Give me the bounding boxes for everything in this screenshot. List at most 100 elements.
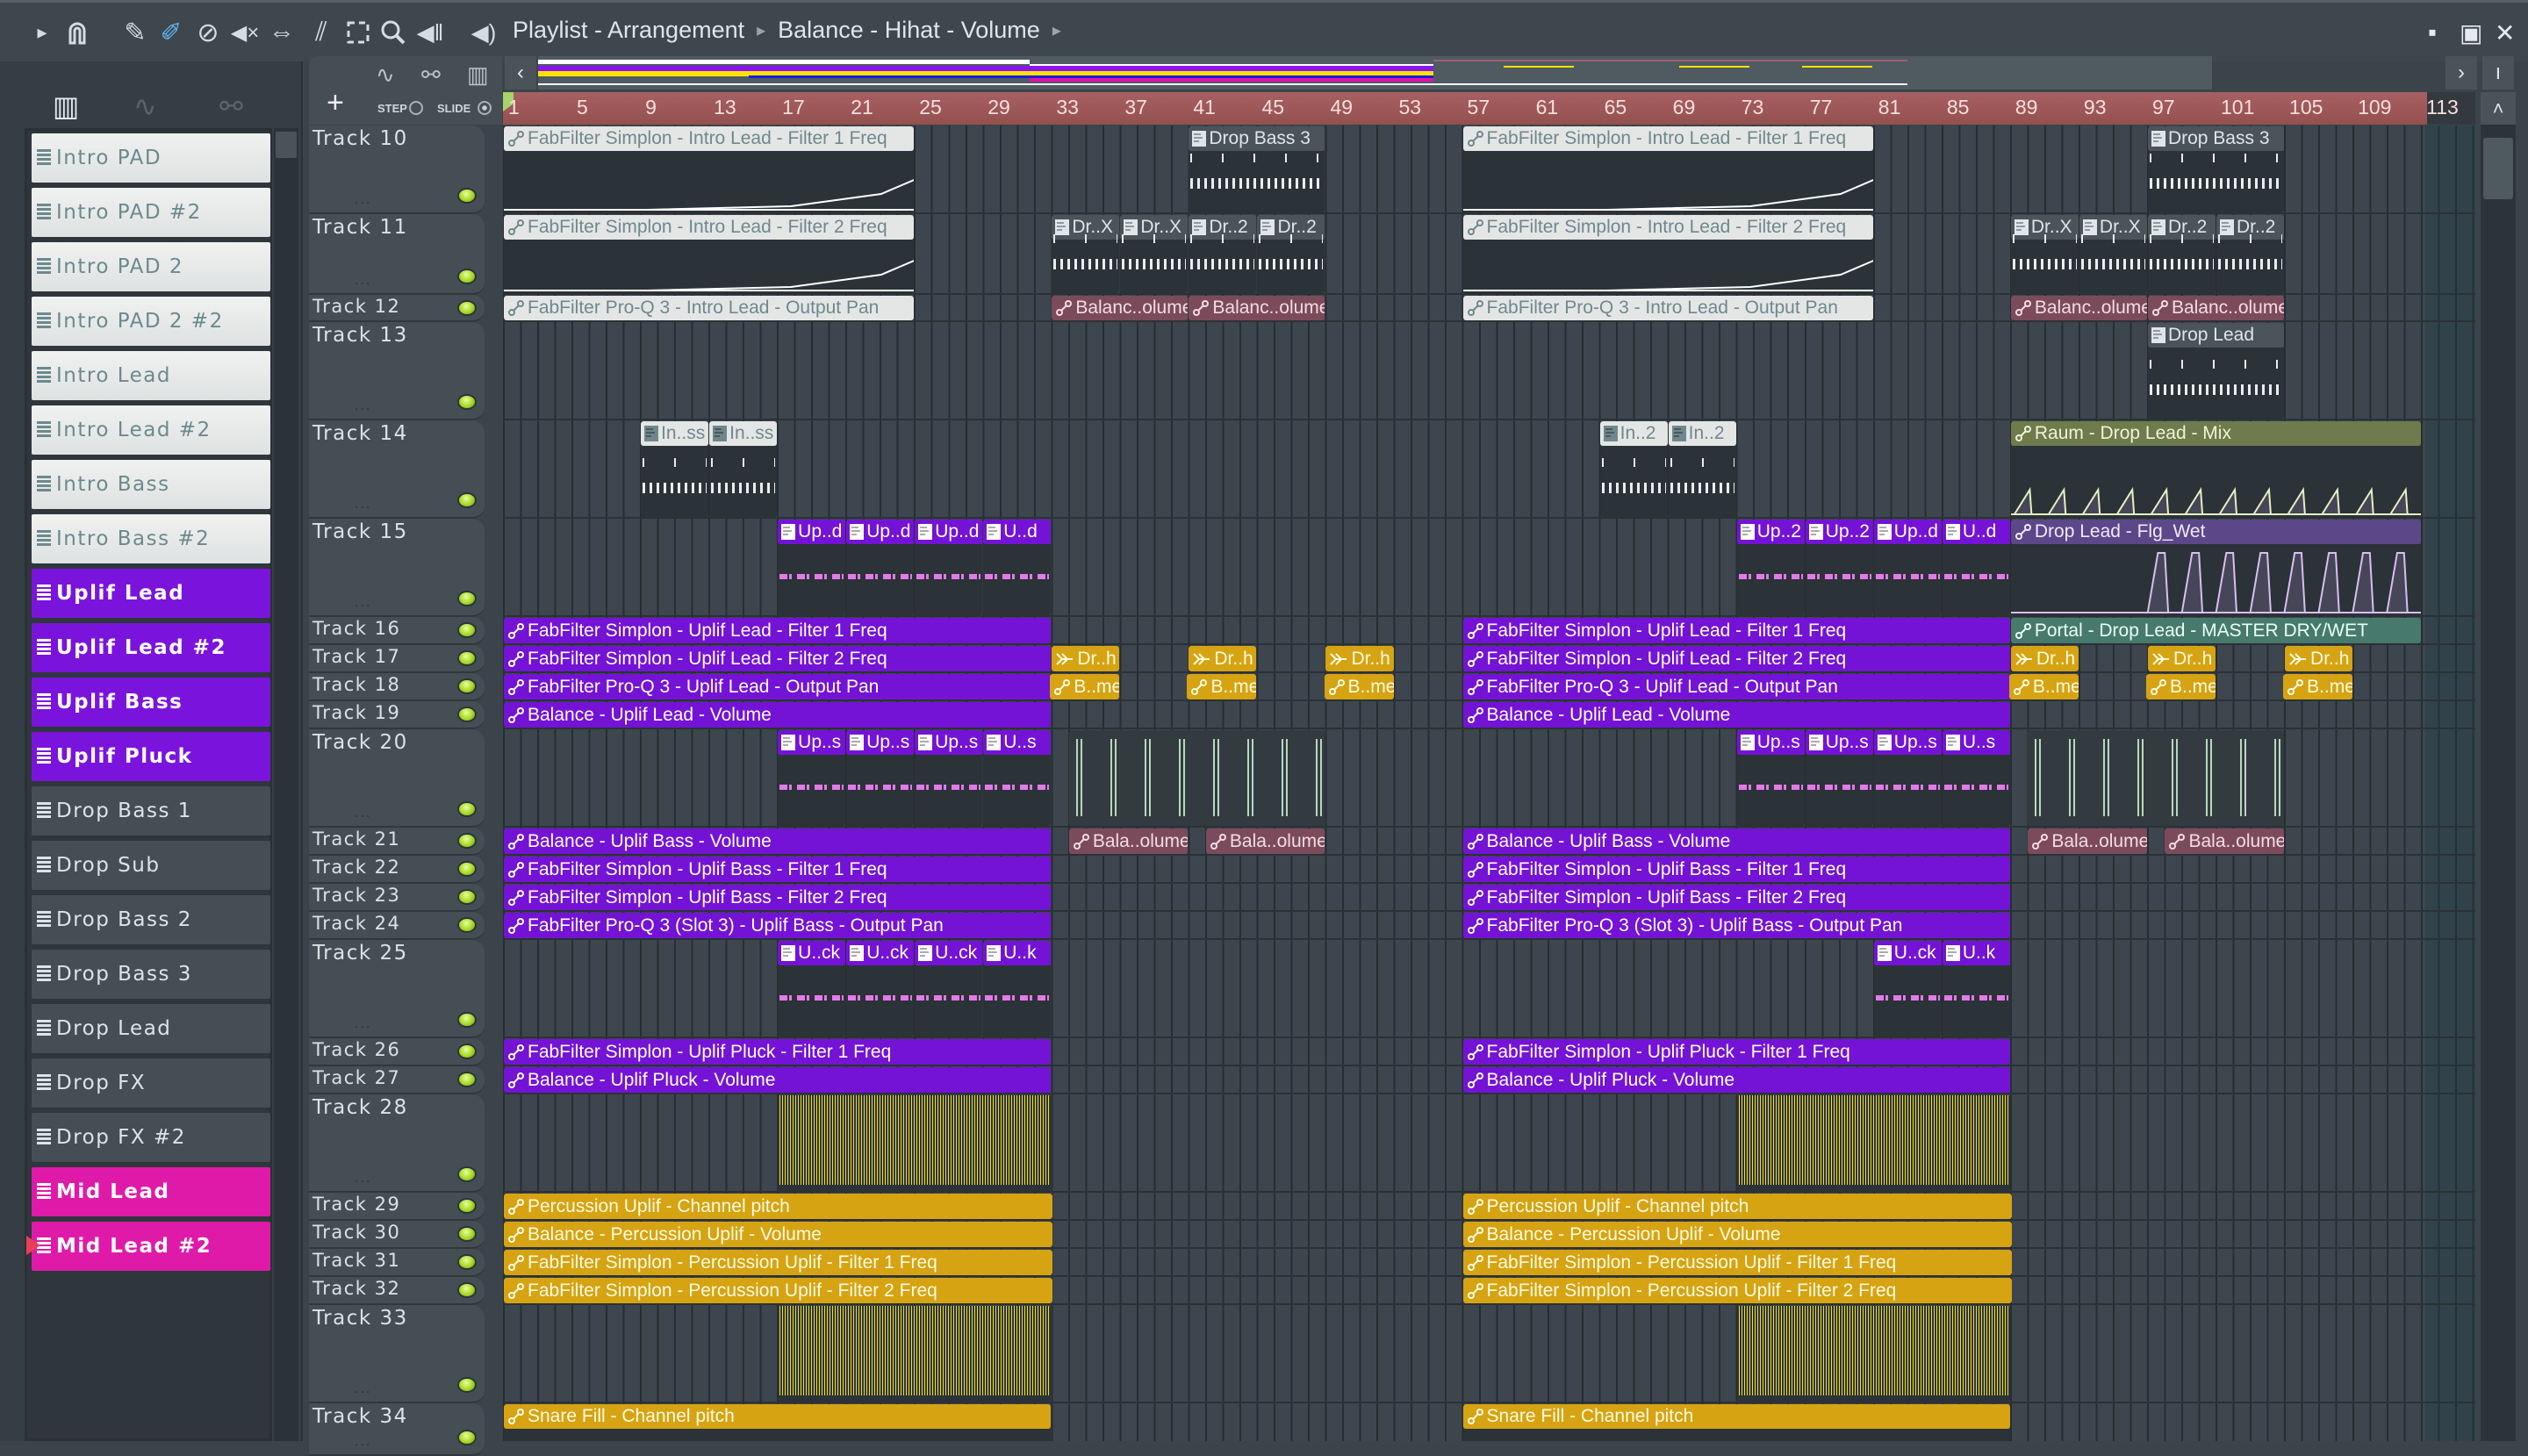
automation-clip[interactable]: FabFilter Pro-Q 3 - Intro Lead - Output … xyxy=(504,296,915,320)
paint-brush-icon[interactable]: ✐ xyxy=(155,15,187,50)
automation-clip[interactable]: FabFilter Simplon - Percussion Uplif - F… xyxy=(504,1278,1053,1303)
track-lane[interactable]: Up..s Up..s Up..s U..s Up..s Up..s Up..s U..s xyxy=(503,729,2475,828)
track-enable-led[interactable] xyxy=(457,591,477,606)
track-header[interactable]: Track 20 ··· xyxy=(309,729,485,828)
timeline-ruler[interactable]: 1 5 9 13 17 21 25 29 33 37 41 45 49 53 57 61 65 69 73 77 81 8… xyxy=(503,92,2475,125)
pattern-clip[interactable]: In..ss xyxy=(709,421,778,517)
automation-clip[interactable]: Portal - Drop Lead - MASTER DRY/WET xyxy=(2010,618,2422,643)
automation-clip[interactable]: FabFilter Simplon - Uplif Bass - Filter … xyxy=(504,885,1052,910)
track-lane[interactable]: FabFilter Simplon - Uplif Bass - Filter … xyxy=(503,856,2475,884)
audio-clip[interactable]: Dr..h xyxy=(2147,646,2216,671)
track-header[interactable]: Track 24 xyxy=(309,912,485,940)
pattern-clip[interactable]: U..k xyxy=(983,941,1052,1036)
track-enable-led[interactable] xyxy=(457,678,477,694)
pattern-clip[interactable]: Up..s xyxy=(778,730,846,826)
track-enable-led[interactable] xyxy=(457,801,477,817)
automation-clip[interactable]: Balance - Percussion Uplif - Volume xyxy=(1462,1222,2012,1247)
automation-clip[interactable]: FabFilter Pro-Q 3 (Slot 3) - Uplif Bass … xyxy=(504,913,1052,938)
track-lane[interactable]: FabFilter Simplon - Percussion Uplif - F… xyxy=(503,1249,2475,1277)
track-enable-led[interactable] xyxy=(457,492,477,508)
piano-roll-tab-icon[interactable]: ▥ xyxy=(53,90,79,123)
track-header[interactable]: Track 32 xyxy=(309,1277,485,1305)
automation-clip[interactable]: Snare Fill - Channel pitch xyxy=(1462,1404,2010,1441)
channel-item[interactable]: Intro Lead #2 xyxy=(32,405,270,455)
channel-item[interactable]: Intro PAD #2 xyxy=(32,188,270,237)
pattern-clip[interactable]: Dr..2 xyxy=(1257,215,1325,293)
track-lane[interactable]: Balance - Uplif Bass - Volume Bala..olume… xyxy=(503,828,2475,856)
track-header[interactable]: Track 26 xyxy=(309,1038,485,1066)
channel-item[interactable]: Drop Bass 3 xyxy=(32,950,270,999)
track-lane[interactable]: FabFilter Pro-Q 3 (Slot 3) - Uplif Bass … xyxy=(503,912,2475,940)
automation-clip[interactable]: FabFilter Simplon - Uplif Lead - Filter … xyxy=(1462,646,2010,671)
track-enable-led[interactable] xyxy=(457,188,477,204)
automation-clip[interactable]: FabFilter Pro-Q 3 - Uplif Lead - Output … xyxy=(1462,674,2010,699)
pattern-clip[interactable]: U..ck xyxy=(1873,941,1942,1036)
track-header[interactable]: Track 10 ··· xyxy=(309,126,485,214)
automation-clip[interactable]: FabFilter Simplon - Percussion Uplif - F… xyxy=(1462,1278,2012,1303)
track-grip-icon[interactable]: ··· xyxy=(355,197,371,211)
channel-item[interactable]: Drop Bass 1 xyxy=(32,786,270,836)
automation-clip[interactable]: FabFilter Pro-Q 3 (Slot 3) - Uplif Bass … xyxy=(1462,913,2010,938)
track-lane[interactable]: FabFilter Simplon - Intro Lead - Filter … xyxy=(503,126,2475,214)
track-lane[interactable]: U..ck U..ck U..ck U..k U..ck U..k xyxy=(503,940,2475,1038)
track-header[interactable]: Track 12 xyxy=(309,295,485,322)
automation-clip[interactable]: B..me xyxy=(2283,674,2353,699)
track-grip-icon[interactable]: ··· xyxy=(355,1175,371,1189)
track-header[interactable]: Track 15 ··· xyxy=(309,519,485,617)
automation-clip[interactable]: FabFilter Simplon - Uplif Lead - Filter … xyxy=(504,646,1052,671)
pattern-clip[interactable]: U..s xyxy=(983,730,1052,826)
track-enable-led[interactable] xyxy=(457,1044,477,1059)
track-header[interactable]: Track 34 ··· xyxy=(309,1403,485,1456)
automation-clip[interactable]: Snare Fill - Channel pitch xyxy=(504,1404,1052,1441)
audio-clip[interactable]: Dr..h xyxy=(1189,646,1257,671)
pattern-clip[interactable]: Up..s xyxy=(1805,730,1873,826)
pattern-clip[interactable]: Drop Lead xyxy=(2147,323,2285,419)
automation-clip[interactable]: Balanc..olume xyxy=(2147,296,2285,320)
audio-clip[interactable] xyxy=(778,1095,1052,1191)
track-lane[interactable]: FabFilter Simplon - Uplif Bass - Filter … xyxy=(503,884,2475,912)
delete-icon[interactable]: ⊘ xyxy=(192,15,224,50)
track-enable-led[interactable] xyxy=(457,917,477,933)
track-enable-led[interactable] xyxy=(457,650,477,666)
minimize-button[interactable]: ▪ xyxy=(2428,18,2437,47)
track-lane[interactable]: FabFilter Simplon - Uplif Lead - Filter … xyxy=(503,645,2475,673)
channel-item[interactable]: Uplif Pluck xyxy=(32,732,270,781)
automation-clip[interactable]: B..me xyxy=(2008,674,2079,699)
channel-item[interactable]: Intro Lead xyxy=(32,351,270,400)
track-lane[interactable]: FabFilter Simplon - Percussion Uplif - F… xyxy=(503,1277,2475,1305)
overview-zoom-handle[interactable]: ı xyxy=(2482,56,2514,90)
pattern-clip[interactable]: Dr..X xyxy=(1052,215,1120,293)
track-lane[interactable] xyxy=(503,1305,2475,1403)
track-enable-led[interactable] xyxy=(457,706,477,722)
automation-tab-icon[interactable]: ⚯ xyxy=(219,90,243,123)
automation-clip[interactable]: FabFilter Simplon - Uplif Lead - Filter … xyxy=(1462,618,2010,643)
automation-clip[interactable]: B..me xyxy=(1187,674,1257,699)
pattern-clip[interactable]: Up..s xyxy=(1873,730,1942,826)
automation-clip[interactable]: FabFilter Simplon - Intro Lead - Filter … xyxy=(1462,215,1873,293)
window-subtitle[interactable]: Balance - Hihat - Volume xyxy=(778,17,1040,44)
automation-clip[interactable]: FabFilter Simplon - Intro Lead - Filter … xyxy=(504,126,915,212)
track-grip-icon[interactable]: ··· xyxy=(355,501,371,515)
track-lane[interactable]: Percussion Uplif - Channel pitch Percussi… xyxy=(503,1193,2475,1221)
scroll-right-button[interactable]: › xyxy=(2445,56,2477,90)
pattern-clip[interactable]: Dr..2 xyxy=(2216,215,2285,293)
automation-clip[interactable]: Percussion Uplif - Channel pitch xyxy=(1462,1194,2012,1219)
track-lane[interactable] xyxy=(503,1094,2475,1193)
track-header[interactable]: Track 28 ··· xyxy=(309,1094,485,1193)
automation-clip[interactable]: FabFilter Simplon - Intro Lead - Filter … xyxy=(504,215,915,293)
pattern-clip[interactable]: U..ck xyxy=(846,941,915,1036)
pattern-clip[interactable]: Dr..X xyxy=(2010,215,2079,293)
track-enable-led[interactable] xyxy=(457,861,477,877)
track-grip-icon[interactable]: ··· xyxy=(355,277,371,291)
track-enable-led[interactable] xyxy=(457,833,477,849)
track-lane[interactable]: Drop Lead xyxy=(503,322,2475,420)
pattern-clip[interactable]: U..ck xyxy=(778,941,846,1036)
automation-clip[interactable]: FabFilter Simplon - Percussion Uplif - F… xyxy=(504,1250,1053,1275)
channel-item[interactable]: Uplif Lead #2 xyxy=(32,623,270,672)
audio-clip[interactable]: Dr..h xyxy=(1052,646,1120,671)
track-header[interactable]: Track 30 xyxy=(309,1221,485,1249)
automation-clip[interactable]: Balanc..olume xyxy=(2010,296,2147,320)
track-grip-icon[interactable]: ··· xyxy=(355,403,371,417)
track-enable-led[interactable] xyxy=(457,622,477,638)
pattern-clip[interactable]: In..ss xyxy=(641,421,709,517)
